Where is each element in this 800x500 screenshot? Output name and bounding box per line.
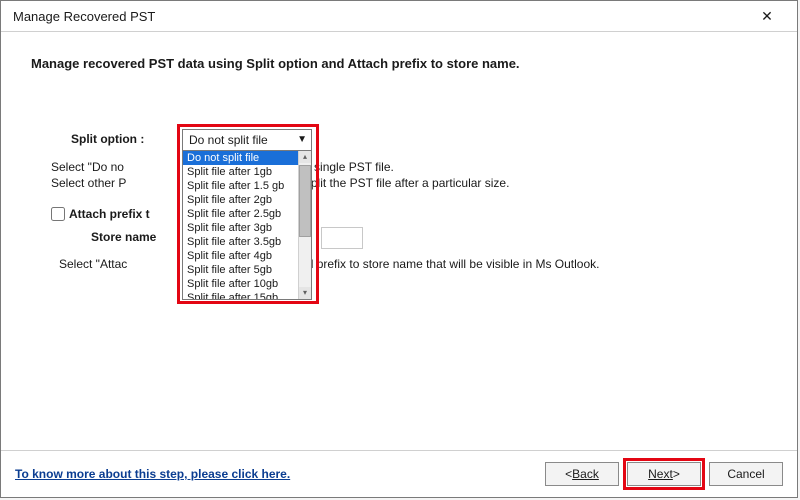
attach-prefix-label: Attach prefix t: [69, 207, 150, 221]
scroll-up-icon[interactable]: ▴: [299, 151, 311, 163]
close-icon[interactable]: ✕: [747, 2, 787, 30]
next-button-label: Next: [648, 467, 673, 481]
split-option-item[interactable]: Split file after 1gb: [183, 165, 301, 179]
attach-prefix-checkbox[interactable]: [51, 207, 65, 221]
page-heading: Manage recovered PST data using Split op…: [31, 56, 767, 71]
split-option-item[interactable]: Split file after 2gb: [183, 193, 301, 207]
content-area: Manage recovered PST data using Split op…: [1, 32, 797, 497]
attach-prefix-row: Attach prefix t: [51, 207, 150, 221]
prefix-desc-line: Select "Attac ption to add prefix to sto…: [59, 257, 600, 271]
cancel-button[interactable]: Cancel: [709, 462, 783, 486]
titlebar: Manage Recovered PST ✕: [1, 1, 797, 32]
split-option-item[interactable]: Split file after 10gb: [183, 277, 301, 291]
next-button[interactable]: Next >: [627, 462, 701, 486]
split-option-dropdown: Do not split fileSplit file after 1gbSpl…: [182, 151, 312, 300]
split-option-item[interactable]: Split file after 1.5 gb: [183, 179, 301, 193]
back-button[interactable]: < Back: [545, 462, 619, 486]
scroll-down-icon[interactable]: ▾: [299, 287, 311, 299]
footer-bar: To know more about this step, please cli…: [1, 450, 797, 497]
dropdown-scrollbar[interactable]: ▴ ▾: [298, 151, 311, 299]
back-button-label: Back: [572, 467, 599, 481]
split-option-item[interactable]: Do not split file: [183, 151, 301, 165]
split-option-item[interactable]: Split file after 4gb: [183, 249, 301, 263]
help-link[interactable]: To know more about this step, please cli…: [15, 467, 290, 481]
split-option-combo[interactable]: Do not split file ▼ Do not split fileSpl…: [182, 129, 312, 300]
window-title: Manage Recovered PST: [13, 9, 155, 24]
split-option-item[interactable]: Split file after 5gb: [183, 263, 301, 277]
split-option-item[interactable]: Split file after 2.5gb: [183, 207, 301, 221]
split-option-selected-text: Do not split file: [189, 133, 268, 147]
store-name-label: Store name: [91, 230, 156, 244]
dialog-window: Manage Recovered PST ✕ Manage recovered …: [0, 0, 798, 498]
split-option-selected[interactable]: Do not split file ▼: [182, 129, 312, 151]
split-option-item[interactable]: Split file after 3.5gb: [183, 235, 301, 249]
split-option-item[interactable]: Split file after 15gb: [183, 291, 301, 300]
chevron-down-icon[interactable]: ▼: [297, 135, 307, 145]
cancel-button-label: Cancel: [727, 467, 764, 481]
store-name-input[interactable]: [321, 227, 363, 249]
scroll-thumb[interactable]: [299, 165, 311, 237]
split-option-label: Split option :: [71, 132, 144, 146]
split-option-item[interactable]: Split file after 3gb: [183, 221, 301, 235]
